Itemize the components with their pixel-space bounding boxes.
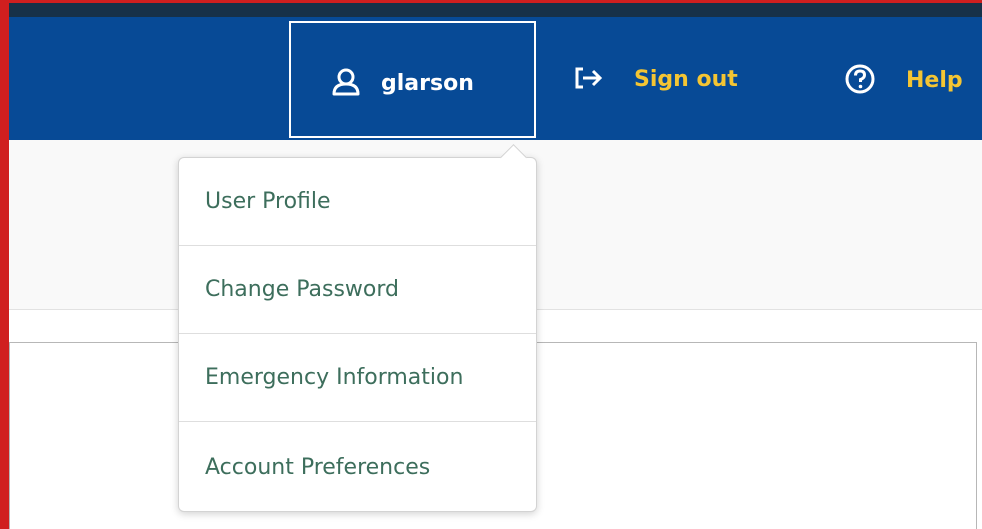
window-border-left: [0, 0, 9, 529]
menu-item-user-profile[interactable]: User Profile: [179, 158, 536, 246]
user-icon: [331, 68, 361, 96]
menu-item-emergency-information[interactable]: Emergency Information: [179, 334, 536, 422]
help-label: Help: [906, 68, 963, 93]
help-link[interactable]: Help: [844, 63, 963, 99]
app-frame: glarson Sign out Help User Profile Chang…: [0, 0, 982, 529]
menu-item-change-password[interactable]: Change Password: [179, 246, 536, 334]
user-menu-button[interactable]: glarson: [289, 21, 536, 138]
menu-item-label: Emergency Information: [205, 365, 464, 390]
username-label: glarson: [381, 71, 474, 96]
menu-item-label: User Profile: [205, 189, 331, 214]
menu-item-label: Account Preferences: [205, 454, 431, 480]
help-circle-icon: [844, 63, 876, 99]
top-dark-bar: [9, 3, 982, 17]
header-bar: glarson Sign out Help: [9, 17, 982, 140]
menu-item-account-preferences[interactable]: Account Preferences: [179, 423, 536, 511]
user-dropdown-menu: User Profile Change Password Emergency I…: [178, 144, 537, 512]
sign-out-link[interactable]: Sign out: [574, 65, 738, 95]
sign-out-icon: [574, 65, 604, 95]
menu-item-label: Change Password: [205, 277, 399, 302]
sign-out-label: Sign out: [634, 67, 738, 92]
